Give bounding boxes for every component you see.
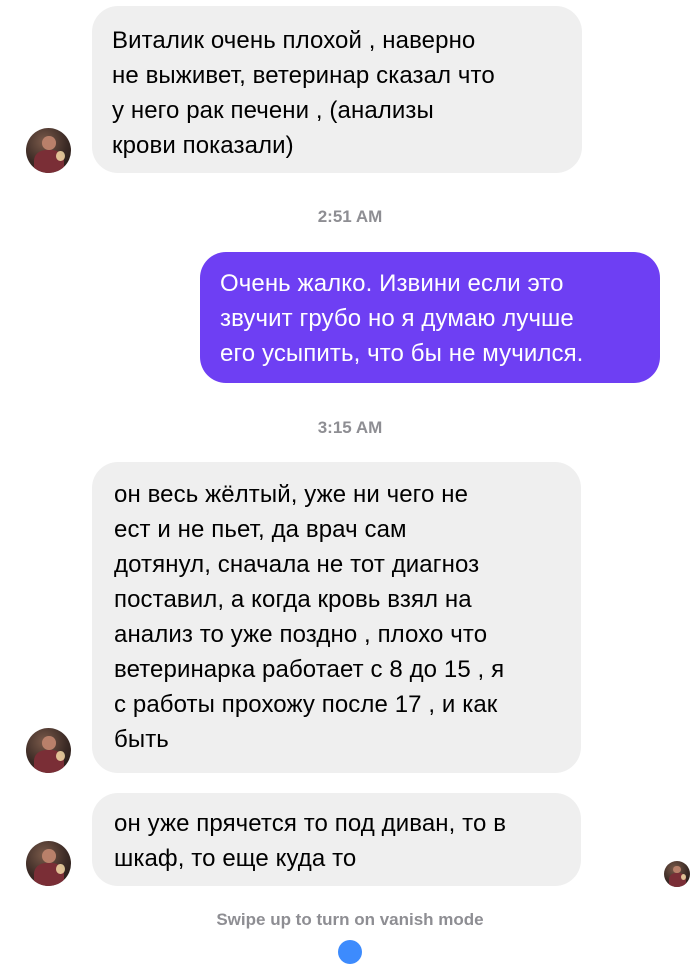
vanish-mode-hint[interactable]: Swipe up to turn on vanish mode (0, 910, 700, 930)
incoming-message-bubble[interactable]: он уже прячется то под диван, то в шкаф,… (92, 793, 581, 886)
incoming-message-bubble[interactable]: Виталик очень плохой , наверно не выживе… (92, 6, 582, 173)
seen-receipt-avatar (664, 861, 690, 887)
contact-avatar[interactable] (26, 728, 71, 773)
avatar-face (673, 865, 682, 874)
avatar-face (42, 136, 56, 150)
vanish-mode-icon (338, 940, 362, 964)
avatar-light (55, 750, 65, 762)
avatar-light (55, 150, 65, 162)
avatar-light (55, 863, 65, 875)
outgoing-message-bubble[interactable]: Очень жалко. Извини если это звучит груб… (200, 252, 660, 383)
contact-avatar[interactable] (26, 841, 71, 886)
avatar-face (42, 736, 56, 750)
avatar-face (42, 849, 56, 863)
message-timestamp: 3:15 AM (317, 418, 383, 437)
contact-avatar[interactable] (26, 128, 71, 173)
message-timestamp: 2:51 AM (317, 207, 383, 226)
incoming-message-bubble[interactable]: он весь жёлтый, уже ни чего не ест и не … (92, 462, 581, 773)
